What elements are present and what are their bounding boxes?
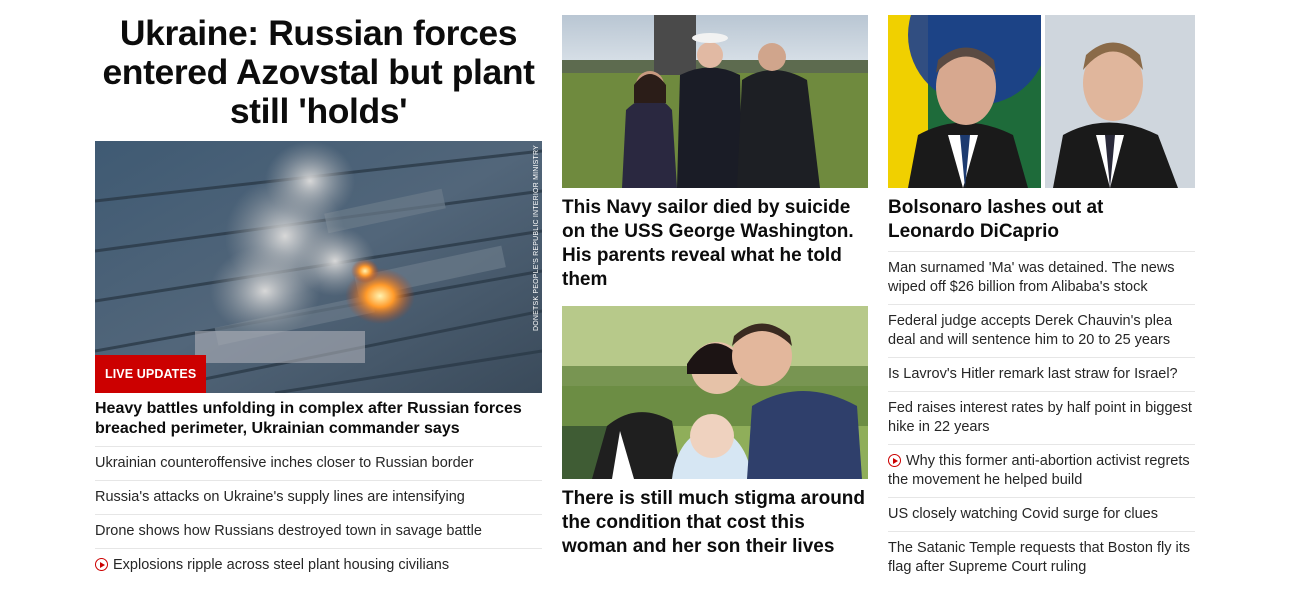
lead-image[interactable]: DONETSK PEOPLE'S REPUBLIC INTERIOR MINIS…: [95, 141, 542, 393]
list-item[interactable]: US closely watching Covid surge for clue…: [888, 498, 1195, 532]
list-item[interactable]: Fed raises interest rates by half point …: [888, 392, 1195, 445]
family-image[interactable]: [562, 306, 868, 479]
right-links: Man surnamed 'Ma' was detained. The news…: [888, 252, 1195, 584]
link-text[interactable]: Drone shows how Russians destroyed town …: [95, 523, 482, 539]
play-icon: [95, 558, 108, 571]
lead-story-column: Ukraine: Russian forces entered Azovstal…: [95, 0, 542, 582]
list-item[interactable]: Is Lavrov's Hitler remark last straw for…: [888, 358, 1195, 392]
list-item[interactable]: Russia's attacks on Ukraine's supply lin…: [95, 481, 542, 515]
link-text[interactable]: Russia's attacks on Ukraine's supply lin…: [95, 489, 465, 505]
link-text[interactable]: Is Lavrov's Hitler remark last straw for…: [888, 366, 1178, 382]
middle-stories-column: This Navy sailor died by suicide on the …: [562, 0, 868, 559]
family-portrait-photo: [562, 15, 868, 188]
link-text[interactable]: Explosions ripple across steel plant hou…: [113, 557, 449, 573]
link-text[interactable]: Federal judge accepts Derek Chauvin's pl…: [888, 313, 1172, 348]
list-item[interactable]: Federal judge accepts Derek Chauvin's pl…: [888, 305, 1195, 358]
mother-child-father-photo: [562, 306, 868, 479]
navy-sailor-headline[interactable]: This Navy sailor died by suicide on the …: [562, 196, 868, 292]
live-updates-badge[interactable]: LIVE UPDATES: [95, 355, 207, 393]
link-text[interactable]: Ukrainian counteroffensive inches closer…: [95, 455, 474, 471]
list-item[interactable]: The Satanic Temple requests that Boston …: [888, 532, 1195, 584]
link-text[interactable]: US closely watching Covid surge for clue…: [888, 506, 1158, 522]
play-icon: [888, 454, 901, 467]
list-item[interactable]: Drone shows how Russians destroyed town …: [95, 515, 542, 549]
list-item[interactable]: Man surnamed 'Ma' was detained. The news…: [888, 252, 1195, 305]
link-text[interactable]: Fed raises interest rates by half point …: [888, 400, 1192, 435]
image-credit: DONETSK PEOPLE'S REPUBLIC INTERIOR MINIS…: [533, 145, 540, 332]
lead-related-links: Ukrainian counteroffensive inches closer…: [95, 447, 542, 582]
stigma-headline[interactable]: There is still much stigma around the co…: [562, 487, 868, 559]
bolsonaro-dicaprio-image[interactable]: [888, 15, 1195, 188]
link-text[interactable]: The Satanic Temple requests that Boston …: [888, 540, 1190, 575]
right-column: Bolsonaro lashes out at Leonardo DiCapri…: [888, 0, 1195, 584]
list-item[interactable]: Ukrainian counteroffensive inches closer…: [95, 447, 542, 481]
navy-sailor-image[interactable]: [562, 15, 868, 188]
link-text[interactable]: Why this former anti-abortion activist r…: [888, 453, 1190, 488]
list-item[interactable]: Why this former anti-abortion activist r…: [888, 445, 1195, 498]
lead-headline[interactable]: Ukraine: Russian forces entered Azovstal…: [95, 14, 542, 131]
split-portrait-photo: [888, 15, 1195, 188]
link-text[interactable]: Man surnamed 'Ma' was detained. The news…: [888, 260, 1175, 295]
bolsonaro-headline[interactable]: Bolsonaro lashes out at Leonardo DiCapri…: [888, 196, 1195, 252]
lead-sub-headline[interactable]: Heavy battles unfolding in complex after…: [95, 399, 542, 447]
list-item[interactable]: Explosions ripple across steel plant hou…: [95, 549, 542, 582]
